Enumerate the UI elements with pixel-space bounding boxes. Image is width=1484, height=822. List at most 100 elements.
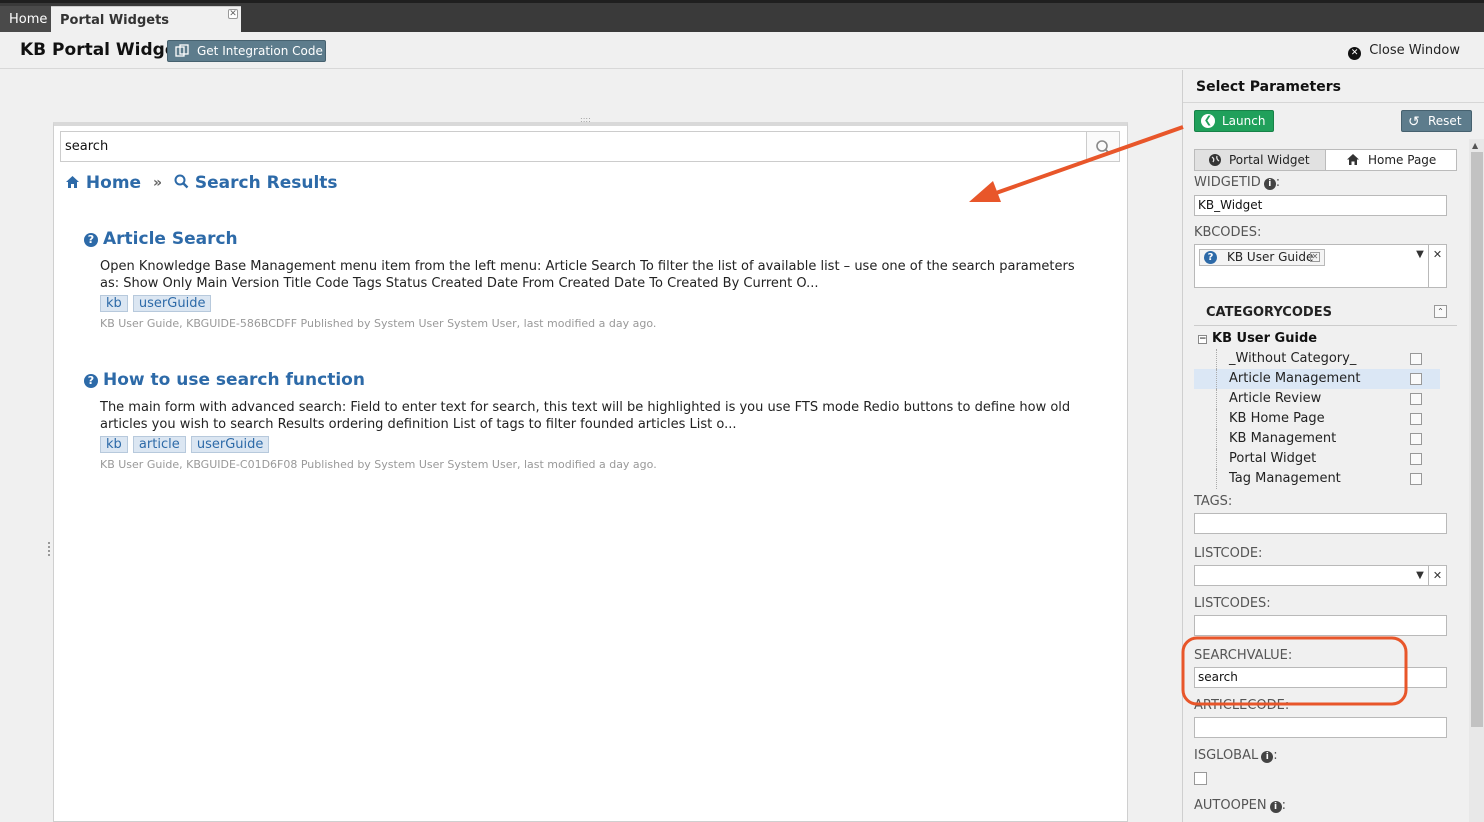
tag-chip[interactable]: kb [100, 436, 128, 453]
tag-chip[interactable]: userGuide [190, 436, 270, 453]
parameters-scroll-area: Portal Widget Home Page WIDGETID i: KB_Wi… [1183, 139, 1484, 822]
tab-portal-widgets-launcher[interactable]: Portal Widgets Launcher ✕ [51, 6, 241, 55]
scrollbar-thumb[interactable] [1471, 152, 1483, 727]
kbcodes-label: KBCODES: [1194, 225, 1262, 240]
tags-label: TAGS: [1194, 494, 1233, 509]
tree-item-checkbox[interactable] [1410, 453, 1422, 465]
tree-item[interactable]: Article Management [1194, 369, 1440, 389]
autoopen-label: AUTOOPEN i: [1194, 798, 1286, 813]
collapse-up-icon[interactable]: ⌃ [1434, 305, 1447, 318]
chevron-down-icon[interactable]: ▼ [1412, 245, 1428, 287]
scroll-up-icon[interactable]: ▲ [1472, 141, 1478, 150]
collapse-minus-icon[interactable]: − [1198, 335, 1207, 344]
toggle-home-page-label: Home Page [1368, 153, 1437, 167]
info-icon[interactable]: i [1261, 751, 1274, 763]
arrow-left-circle-icon: ❮ [1201, 114, 1215, 128]
page-title: KB Portal Widget [20, 40, 185, 60]
tree-item[interactable]: KB Management [1194, 429, 1440, 449]
tree-item-checkbox[interactable] [1410, 473, 1422, 485]
tree-item-checkbox[interactable] [1410, 413, 1422, 425]
panel-title: Select Parameters [1196, 79, 1341, 95]
tab-home[interactable]: Home [0, 6, 58, 35]
get-integration-code-button[interactable]: Get Integration Code [167, 40, 326, 62]
toggle-portal-widget[interactable]: Portal Widget [1195, 150, 1326, 170]
reset-label: Reset [1428, 114, 1462, 128]
clear-icon[interactable]: ✕ [1428, 566, 1446, 585]
searchvalue-label: SEARCHVALUE: [1194, 648, 1293, 663]
tree-item-checkbox[interactable] [1410, 373, 1422, 385]
tree-item-label: Tag Management [1229, 471, 1341, 486]
tree-item[interactable]: KB Home Page [1194, 409, 1440, 429]
info-icon[interactable]: i [1263, 178, 1276, 190]
resize-handle-left[interactable] [48, 542, 52, 556]
panel-divider [1183, 102, 1484, 103]
close-window-button[interactable]: ✕ Close Window [1348, 43, 1460, 60]
breadcrumb: Home » Search Results [65, 173, 338, 193]
isglobal-label: ISGLOBAL i: [1194, 748, 1278, 763]
get-integration-code-label: Get Integration Code [197, 44, 323, 58]
tag-chip[interactable]: article [132, 436, 186, 453]
tree-item[interactable]: Tag Management [1194, 469, 1440, 489]
search-result: ? How to use search function The main for… [84, 370, 1099, 471]
tree-item[interactable]: _Without Category_ [1194, 349, 1440, 369]
page-header: KB Portal Widget Get Integration Code ✕ C… [0, 32, 1484, 69]
result-title-link[interactable]: ? How to use search function [84, 370, 1099, 392]
top-tab-bar: Home Portal Widgets Launcher ✕ [0, 0, 1484, 55]
tree-item-label: KB Management [1229, 431, 1337, 446]
result-excerpt: The main form with advanced search: Fiel… [100, 400, 1071, 432]
panel-scrollbar[interactable]: ▲ [1469, 139, 1484, 822]
listcode-combobox[interactable]: ▼ ✕ [1194, 565, 1447, 586]
tree-item-label: Portal Widget [1229, 451, 1317, 466]
search-icon [174, 174, 189, 189]
globe-icon [1209, 154, 1221, 166]
close-window-label: Close Window [1369, 43, 1460, 58]
chevron-down-icon[interactable]: ▼ [1412, 566, 1428, 585]
tags-field[interactable] [1194, 513, 1447, 534]
listcodes-field[interactable] [1194, 615, 1447, 636]
isglobal-label-text: ISGLOBAL [1194, 748, 1259, 763]
tree-item-label: _Without Category_ [1229, 351, 1357, 366]
toggle-home-page[interactable]: Home Page [1326, 150, 1456, 170]
result-title-label: How to use search function [103, 370, 365, 390]
widget-search-button[interactable] [1086, 132, 1119, 161]
chip-remove-icon[interactable]: ✕ [1310, 252, 1320, 262]
tree-item[interactable]: Portal Widget [1194, 449, 1440, 469]
listcodes-label: LISTCODES: [1194, 596, 1271, 611]
copy-icon [175, 44, 189, 57]
launch-button[interactable]: ❮ Launch [1194, 110, 1274, 132]
widgetid-field[interactable]: KB_Widget [1194, 195, 1447, 216]
tab-close-icon[interactable]: ✕ [228, 9, 238, 19]
categorycodes-label: CATEGORYCODES [1206, 305, 1332, 320]
isglobal-checkbox[interactable] [1194, 772, 1207, 785]
clear-icon[interactable]: ✕ [1428, 245, 1446, 287]
articlecode-field[interactable] [1194, 717, 1447, 738]
tree-item-checkbox[interactable] [1410, 393, 1422, 405]
search-icon [1096, 140, 1110, 154]
autoopen-label-text: AUTOOPEN [1194, 798, 1267, 813]
info-icon[interactable]: i [1269, 801, 1282, 813]
listcode-label: LISTCODE: [1194, 546, 1263, 561]
search-result: ? Article Search Open Knowledge Base Mana… [84, 229, 1099, 330]
parameters-panel: Select Parameters ❮ Launch ↺ Reset Porta… [1182, 70, 1484, 822]
tree-root-label: KB User Guide [1212, 331, 1318, 346]
reset-button[interactable]: ↺ Reset [1401, 110, 1472, 132]
toggle-portal-widget-label: Portal Widget [1229, 153, 1310, 167]
launch-label: Launch [1222, 114, 1266, 128]
result-title-label: Article Search [103, 229, 238, 249]
breadcrumb-home[interactable]: Home [65, 173, 147, 193]
tree-root-kb-user-guide[interactable]: − KB User Guide [1198, 331, 1317, 346]
tree-item-label: KB Home Page [1229, 411, 1325, 426]
kbcodes-multiselect[interactable]: ? KB User Guide ✕ ▼ ✕ [1194, 244, 1447, 288]
tag-chip[interactable]: userGuide [132, 295, 212, 312]
tag-chip[interactable]: kb [100, 295, 128, 312]
breadcrumb-current: Search Results [174, 173, 338, 193]
breadcrumb-separator-icon: » [153, 175, 163, 191]
result-title-link[interactable]: ? Article Search [84, 229, 1099, 251]
tree-item-checkbox[interactable] [1410, 433, 1422, 445]
searchvalue-field[interactable]: search [1194, 667, 1447, 688]
widgetid-label-text: WIDGETID [1194, 175, 1261, 190]
widget-search-input[interactable] [61, 132, 1088, 161]
tree-item[interactable]: Article Review [1194, 389, 1440, 409]
question-icon: ? [1204, 251, 1217, 264]
tree-item-checkbox[interactable] [1410, 353, 1422, 365]
